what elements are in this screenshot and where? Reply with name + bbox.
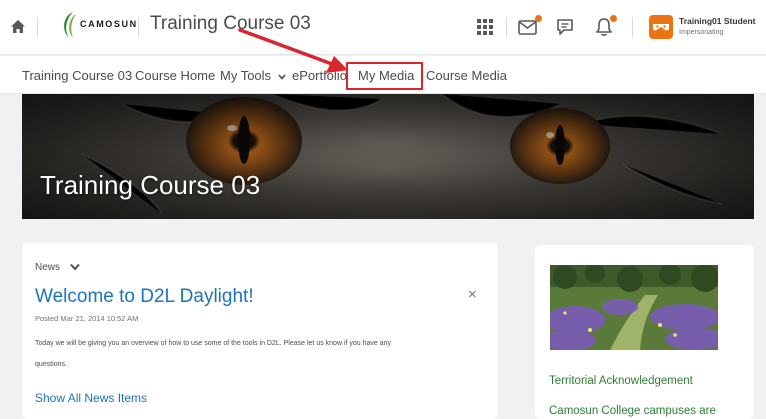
territorial-widget: Territorial Acknowledgement Camosun Coll… <box>535 245 754 419</box>
header-divider <box>632 17 633 37</box>
territorial-title[interactable]: Territorial Acknowledgement <box>549 375 693 387</box>
nav-item-training-course[interactable]: Training Course 03 <box>22 68 132 83</box>
mail-notification-dot <box>535 15 542 22</box>
nav-item-course-media[interactable]: Course Media <box>426 68 507 83</box>
close-icon[interactable]: × <box>468 286 477 303</box>
banner-title: Training Course 03 <box>40 170 261 200</box>
news-body-line: questions. <box>35 361 67 368</box>
impersonate-mask-icon <box>653 24 669 31</box>
show-all-news-link[interactable]: Show All News Items <box>35 391 147 405</box>
news-widget: News Welcome to D2L Daylight! × Posted M… <box>22 243 498 419</box>
news-body-line: Today we will be giving you an overview … <box>35 340 392 347</box>
territorial-text: Camosun College campuses are <box>549 405 716 417</box>
home-icon[interactable] <box>11 20 25 33</box>
user-status: Impersonating <box>679 29 724 36</box>
course-banner: Training Course 03 <box>22 94 754 219</box>
chevron-down-icon <box>278 74 286 80</box>
top-header: CAMOSUN Training Course 03 Training01 St… <box>0 0 766 55</box>
nav-item-eportfolio[interactable]: ePortfolio <box>292 68 347 83</box>
chevron-down-icon[interactable] <box>70 263 80 271</box>
news-header[interactable]: News <box>35 262 60 273</box>
news-title[interactable]: Welcome to D2L Daylight! <box>35 286 254 308</box>
news-posted-date: Posted Mar 21, 2014 10:52 AM <box>35 314 139 323</box>
header-divider <box>37 17 38 37</box>
meadow-image <box>550 265 718 350</box>
chat-icon[interactable] <box>554 16 576 38</box>
bell-notification-dot <box>610 15 617 22</box>
header-divider <box>138 17 139 37</box>
highlight-box <box>346 62 423 90</box>
course-title[interactable]: Training Course 03 <box>150 13 311 35</box>
nav-item-my-tools-label: My Tools <box>220 68 272 83</box>
nav-item-my-tools[interactable]: My Tools <box>220 68 286 83</box>
logo-text: CAMOSUN <box>80 19 138 29</box>
header-divider <box>506 17 507 37</box>
nav-item-course-home[interactable]: Course Home <box>135 68 215 83</box>
user-name[interactable]: Training01 Student <box>679 16 756 26</box>
avatar[interactable] <box>649 15 673 39</box>
waffle-icon[interactable] <box>474 16 496 38</box>
